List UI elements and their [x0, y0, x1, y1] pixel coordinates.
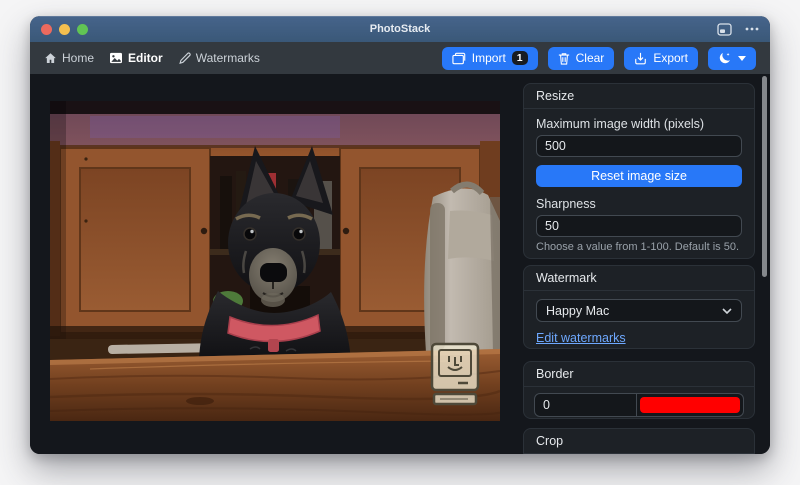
chevron-down-icon — [722, 308, 732, 314]
navbar: Home Editor Watermarks Import 1 Clear Ex… — [30, 42, 770, 74]
crop-card: Crop — [523, 428, 755, 454]
export-icon — [634, 52, 647, 65]
close-button[interactable] — [41, 24, 52, 35]
sharpness-input[interactable] — [536, 215, 742, 237]
pencil-icon — [178, 52, 191, 65]
clear-button[interactable]: Clear — [548, 47, 615, 70]
border-card: Border — [523, 361, 755, 419]
watermark-card-title: Watermark — [524, 266, 754, 291]
picture-in-picture-icon[interactable] — [717, 23, 732, 36]
home-icon — [44, 52, 57, 65]
resize-card-title: Resize — [524, 84, 754, 109]
app-window: PhotoStack Home Editor Watermarks — [30, 16, 770, 454]
nav-item-watermarks[interactable]: Watermarks — [178, 51, 260, 65]
reset-image-size-button[interactable]: Reset image size — [536, 165, 742, 187]
theme-toggle-button[interactable] — [708, 47, 756, 70]
border-width-input[interactable] — [535, 394, 636, 416]
image-icon — [109, 52, 123, 64]
caret-down-icon — [738, 56, 746, 61]
resize-card: Resize Maximum image width (pixels) Rese… — [523, 83, 755, 259]
import-button[interactable]: Import 1 — [442, 47, 538, 70]
sharpness-help-text: Choose a value from 1-100. Default is 50… — [536, 241, 742, 254]
watermark-selected-value: Happy Mac — [546, 304, 609, 318]
zoom-button[interactable] — [77, 24, 88, 35]
import-count-badge: 1 — [512, 51, 528, 65]
window-title: PhotoStack — [30, 23, 770, 35]
crop-card-title: Crop — [524, 429, 754, 454]
panel-scrollbar[interactable] — [762, 76, 767, 277]
max-width-label: Maximum image width (pixels) — [536, 117, 742, 131]
watermark-card: Watermark Happy Mac Edit watermarks — [523, 265, 755, 349]
trash-icon — [558, 52, 570, 65]
border-color-picker[interactable] — [640, 397, 740, 413]
border-input-group — [534, 393, 744, 417]
backpack — [424, 184, 500, 353]
minimize-button[interactable] — [59, 24, 70, 35]
divider — [636, 394, 637, 416]
sharpness-label: Sharpness — [536, 197, 742, 211]
max-width-input[interactable] — [536, 135, 742, 157]
more-menu-icon[interactable] — [745, 27, 759, 31]
edit-watermarks-link[interactable]: Edit watermarks — [536, 331, 626, 345]
content-area: Resize Maximum image width (pixels) Rese… — [30, 74, 770, 454]
nav-item-editor[interactable]: Editor — [109, 51, 163, 65]
images-icon — [452, 52, 466, 65]
titlebar: PhotoStack — [30, 16, 770, 42]
border-card-title: Border — [524, 362, 754, 387]
moon-stars-icon — [718, 51, 732, 65]
image-preview — [50, 101, 500, 421]
nav-item-home[interactable]: Home — [44, 51, 94, 65]
watermark-happy-mac-icon — [432, 344, 478, 404]
traffic-lights — [41, 24, 88, 35]
export-button[interactable]: Export — [624, 47, 698, 70]
watermark-select[interactable]: Happy Mac — [536, 299, 742, 322]
